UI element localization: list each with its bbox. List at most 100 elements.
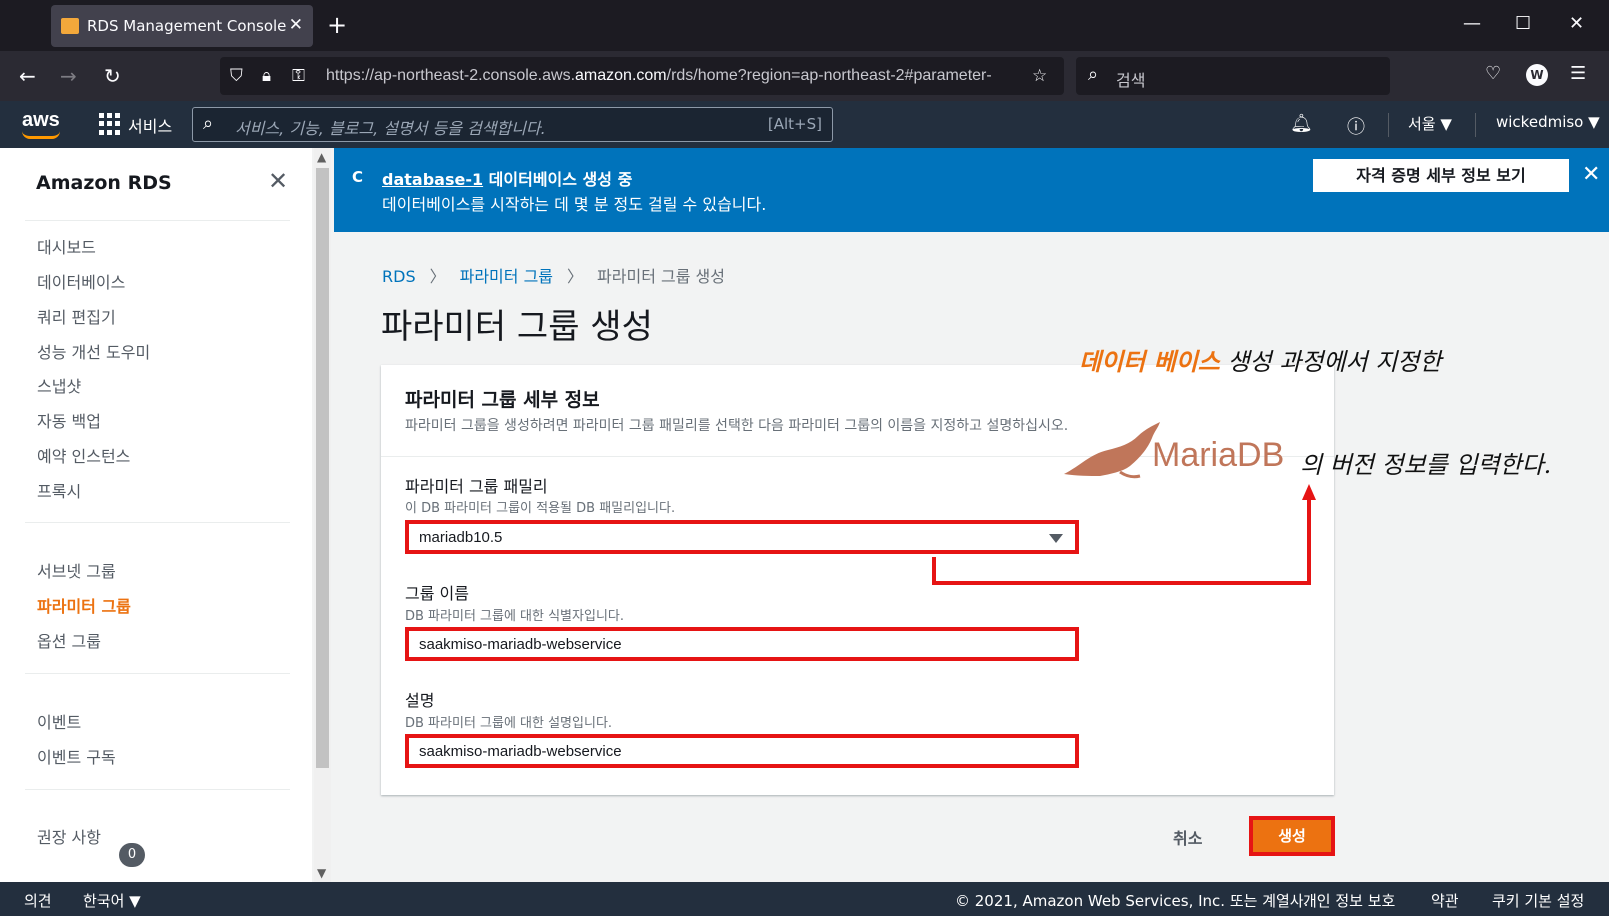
lock-icon[interactable]: 🔒︎: [262, 66, 271, 86]
cookie-preferences-link[interactable]: 쿠키 기본 설정: [1492, 890, 1584, 911]
sidebar-item-subnet-groups[interactable]: 서브넷 그룹: [37, 558, 116, 582]
create-button[interactable]: 생성: [1249, 816, 1335, 856]
aws-logo[interactable]: aws: [22, 109, 60, 132]
scroll-thumb[interactable]: [316, 168, 329, 768]
minimize-icon[interactable]: —: [1463, 13, 1481, 34]
group-name-input[interactable]: saakmiso-mariadb-webservice: [405, 627, 1079, 661]
search-icon: ⌕: [203, 113, 214, 134]
description-input[interactable]: saakmiso-mariadb-webservice: [405, 734, 1079, 768]
sidebar-item-proxies[interactable]: 프록시: [37, 478, 81, 502]
sidebar-item-reserved-instances[interactable]: 예약 인스턴스: [37, 443, 130, 467]
forward-icon[interactable]: →: [60, 64, 77, 88]
database-link[interactable]: database-1: [382, 170, 483, 189]
panel-description: 파라미터 그룹을 생성하려면 파라미터 그룹 패밀리를 선택한 다음 파라미터 …: [405, 418, 1069, 434]
view-credentials-button[interactable]: 자격 증명 세부 정보 보기: [1313, 159, 1569, 192]
browser-nav-bar: ← → ↻ ⛉ 🔒︎ ⚿ https://ap-northeast-2.cons…: [0, 51, 1609, 101]
breadcrumb: RDS 〉 파라미터 그룹 〉 파라미터 그룹 생성: [382, 263, 725, 287]
help-icon[interactable]: ⓘ: [1347, 113, 1365, 139]
breadcrumb-parameter-groups[interactable]: 파라미터 그룹: [460, 267, 553, 286]
services-menu[interactable]: 서비스: [128, 113, 172, 137]
aws-search-placeholder: 서비스, 기능, 블로그, 설명서 등을 검색합니다.: [235, 119, 546, 138]
mariadb-logo-text: MariaDB: [1152, 436, 1285, 474]
sidebar-item-query-editor[interactable]: 쿼리 편집기: [37, 304, 116, 328]
back-icon[interactable]: ←: [19, 64, 36, 88]
close-icon[interactable]: ✕: [1582, 162, 1600, 187]
sidebar-item-events[interactable]: 이벤트: [37, 709, 81, 733]
close-tab-icon[interactable]: ✕: [289, 15, 303, 35]
annotation-line-1: 데이터 베이스 생성 과정에서 지정한: [1079, 347, 1442, 376]
family-description: 이 DB 파라미터 그룹이 적용될 DB 패밀리입니다.: [405, 501, 676, 516]
group-name-value: saakmiso-mariadb-webservice: [419, 636, 622, 653]
pocket-icon[interactable]: ♡: [1485, 63, 1501, 84]
terms-link[interactable]: 약관: [1431, 890, 1459, 911]
account-avatar-icon[interactable]: W: [1526, 64, 1548, 86]
copyright-text: © 2021, Amazon Web Services, Inc. 또는 계열사…: [955, 892, 1309, 910]
account-menu[interactable]: wickedmiso ▼: [1496, 113, 1600, 131]
header-divider: [1475, 113, 1476, 137]
scroll-down-icon[interactable]: ▼: [317, 866, 326, 880]
divider: [25, 673, 290, 674]
sidebar-item-dashboard[interactable]: 대시보드: [37, 234, 96, 258]
menu-icon[interactable]: ☰: [1570, 63, 1586, 84]
language-selector[interactable]: 한국어 ▼: [83, 890, 141, 911]
breadcrumb-current: 파라미터 그룹 생성: [597, 267, 725, 286]
description-description: DB 파라미터 그룹에 대한 설명입니다.: [405, 716, 613, 731]
page-title: 파라미터 그룹 생성: [381, 307, 653, 347]
group-name-description: DB 파라미터 그룹에 대한 식별자입니다.: [405, 609, 624, 624]
group-name-label: 그룹 이름: [405, 584, 469, 603]
breadcrumb-rds[interactable]: RDS: [382, 267, 416, 286]
description-label: 설명: [405, 691, 435, 710]
tab-title: RDS Management Console: [87, 17, 287, 35]
sidebar-item-recommendations[interactable]: 권장 사항: [37, 824, 101, 848]
sidebar-item-event-subscriptions[interactable]: 이벤트 구독: [37, 744, 116, 768]
feedback-link[interactable]: 의견: [24, 890, 52, 911]
shield-icon[interactable]: ⛉: [230, 66, 243, 86]
new-tab-icon[interactable]: +: [327, 11, 347, 39]
window-close-icon[interactable]: ✕: [1569, 13, 1584, 34]
maximize-icon[interactable]: ☐: [1515, 13, 1531, 34]
services-grid-icon[interactable]: [99, 113, 121, 135]
browser-search-placeholder: 검색: [1116, 71, 1146, 90]
region-selector[interactable]: 서울 ▼: [1408, 113, 1452, 134]
sidebar-item-databases[interactable]: 데이터베이스: [37, 269, 125, 293]
family-label: 파라미터 그룹 패밀리: [405, 477, 548, 496]
flash-title: database-1 데이터베이스 생성 중: [382, 170, 633, 189]
sidebar-item-automated-backups[interactable]: 자동 백업: [37, 408, 101, 432]
browser-tab-bar: RDS Management Console ✕ + — ☐ ✕: [0, 0, 1609, 51]
aws-box-icon: [61, 18, 79, 34]
sidebar-item-performance-insights[interactable]: 성능 개선 도우미: [37, 339, 150, 363]
divider: [25, 522, 290, 523]
parameter-group-details-panel: 파라미터 그룹 세부 정보 파라미터 그룹을 생성하려면 파라미터 그룹 패밀리…: [381, 365, 1334, 795]
aws-search-input[interactable]: ⌕ 서비스, 기능, 블로그, 설명서 등을 검색합니다. [Alt+S]: [192, 107, 833, 142]
aws-smile-logo: [22, 131, 60, 139]
sidebar-item-snapshots[interactable]: 스냅샷: [37, 373, 81, 397]
reload-icon[interactable]: ↻: [104, 64, 121, 88]
cancel-button[interactable]: 취소: [1173, 825, 1202, 849]
sidebar-item-option-groups[interactable]: 옵션 그룹: [37, 628, 101, 652]
search-icon: ⌕: [1088, 64, 1099, 85]
caret-down-icon: [1049, 534, 1063, 543]
scroll-up-icon[interactable]: ▲: [317, 150, 326, 164]
chevron-right-icon: 〉: [567, 267, 584, 286]
privacy-link[interactable]: 개인 정보 보호: [1303, 890, 1395, 911]
flash-subtitle: 데이터베이스를 시작하는 데 몇 분 정도 걸릴 수 있습니다.: [382, 195, 767, 214]
divider: [25, 220, 290, 221]
chevron-right-icon: 〉: [429, 267, 446, 286]
annotation-line-2: 의 버전 정보를 입력한다.: [1300, 451, 1552, 479]
flash-banner: C database-1 데이터베이스 생성 중 데이터베이스를 시작하는 데 …: [334, 148, 1609, 232]
divider: [25, 789, 290, 790]
sidebar-item-parameter-groups[interactable]: 파라미터 그룹: [37, 593, 131, 617]
url-bar[interactable]: ⛉ 🔒︎ ⚿ https://ap-northeast-2.console.aw…: [220, 57, 1064, 95]
bookmark-star-icon[interactable]: ☆: [1032, 66, 1047, 86]
close-icon[interactable]: ✕: [268, 167, 288, 195]
notification-bell-icon[interactable]: 🔔︎: [1290, 113, 1313, 134]
aws-header: aws 서비스 ⌕ 서비스, 기능, 블로그, 설명서 등을 검색합니다. [A…: [0, 101, 1609, 148]
sidebar-scrollbar[interactable]: ▲ ▼: [314, 148, 331, 882]
description-value: saakmiso-mariadb-webservice: [419, 743, 622, 760]
search-shortcut: [Alt+S]: [767, 115, 822, 133]
family-select[interactable]: mariadb10.5: [405, 520, 1079, 554]
recommendations-count-badge: 0: [119, 843, 145, 867]
browser-tab[interactable]: RDS Management Console ✕: [51, 5, 313, 47]
key-icon[interactable]: ⚿: [292, 66, 305, 86]
browser-search-box[interactable]: ⌕ 검색: [1076, 57, 1390, 95]
